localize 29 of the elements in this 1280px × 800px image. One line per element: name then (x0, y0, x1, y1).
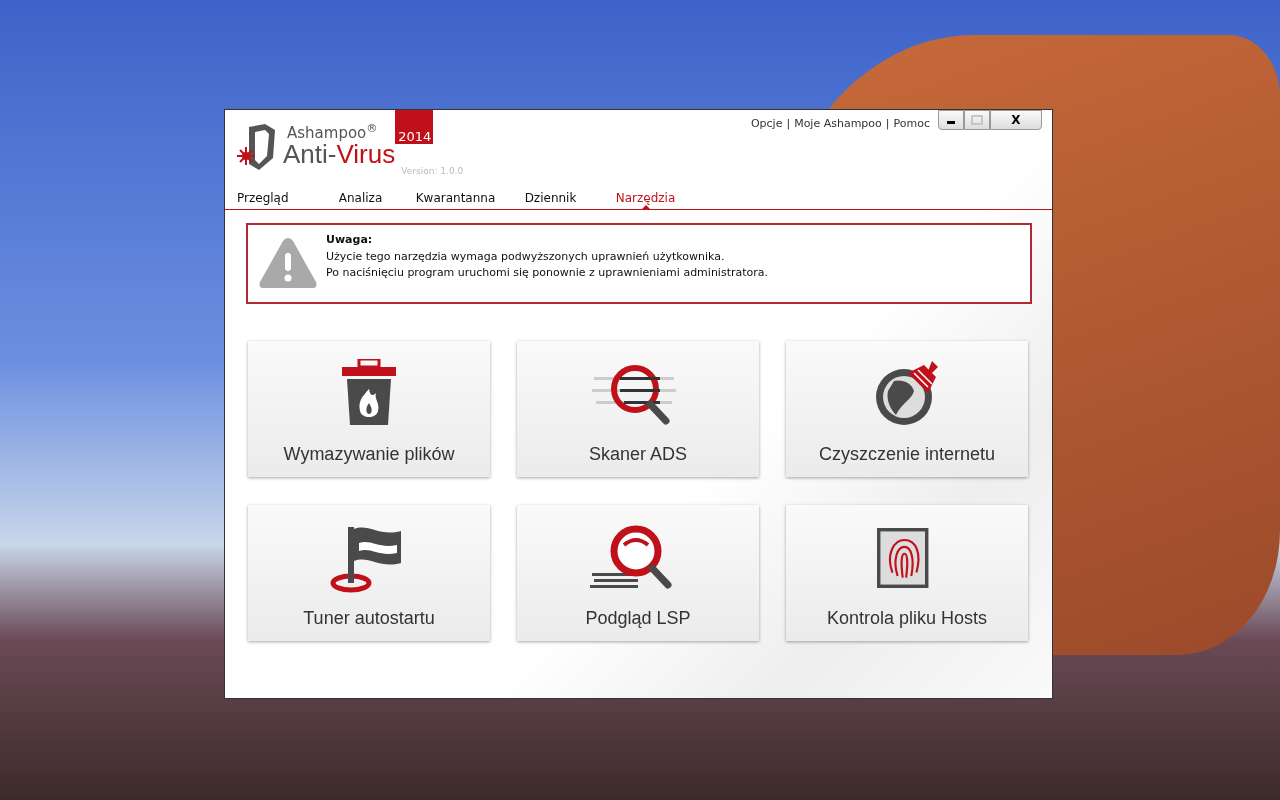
maximize-icon (971, 115, 983, 125)
warning-icon (258, 236, 318, 290)
minimize-button[interactable] (938, 110, 964, 130)
tool-tile[interactable]: Podgląd LSP (517, 505, 759, 641)
tool-tile[interactable]: Kontrola pliku Hosts (786, 505, 1028, 641)
product-name-part: Anti- (283, 139, 337, 169)
header-link[interactable]: Opcje (750, 116, 783, 133)
shield-logo-icon (235, 124, 277, 172)
year-badge: 2014 (395, 110, 434, 144)
nav-tab[interactable]: Przegląd (237, 180, 313, 209)
header-link[interactable]: Pomoc (893, 116, 930, 133)
header-link[interactable]: Moje Ashampoo (794, 116, 882, 133)
nav-tab[interactable]: Dziennik (503, 180, 598, 209)
link-separator: | (786, 116, 791, 132)
brand-name: Ashampoo$^{®}$ (286, 126, 379, 141)
nav-tab[interactable]: Analiza (313, 180, 408, 209)
nav-tab[interactable]: Kwarantanna (408, 180, 503, 209)
warning-text: Po naciśnięciu program uruchomi się ponownie z uprawnieniami administratora. (326, 265, 769, 281)
nav-tab[interactable]: Narzędzia (598, 180, 693, 209)
tool-tile[interactable]: Czyszczenie internetu (786, 341, 1028, 477)
tool-tile[interactable]: Wymazywanie plików (248, 341, 490, 477)
link-separator: | (885, 116, 890, 132)
version-label: Version: 1.0.0 (401, 164, 464, 178)
product-name-part: Virus (336, 139, 396, 169)
close-button[interactable]: X (990, 110, 1042, 130)
warning-title: Uwaga: (326, 232, 374, 248)
warning-text: Użycie tego narzędzia wymaga podwyższonych uprawnień użytkownika. (326, 248, 726, 265)
tool-tile[interactable]: Skaner ADS (517, 341, 759, 477)
tool-tile[interactable]: Tuner autostartu (248, 505, 490, 641)
